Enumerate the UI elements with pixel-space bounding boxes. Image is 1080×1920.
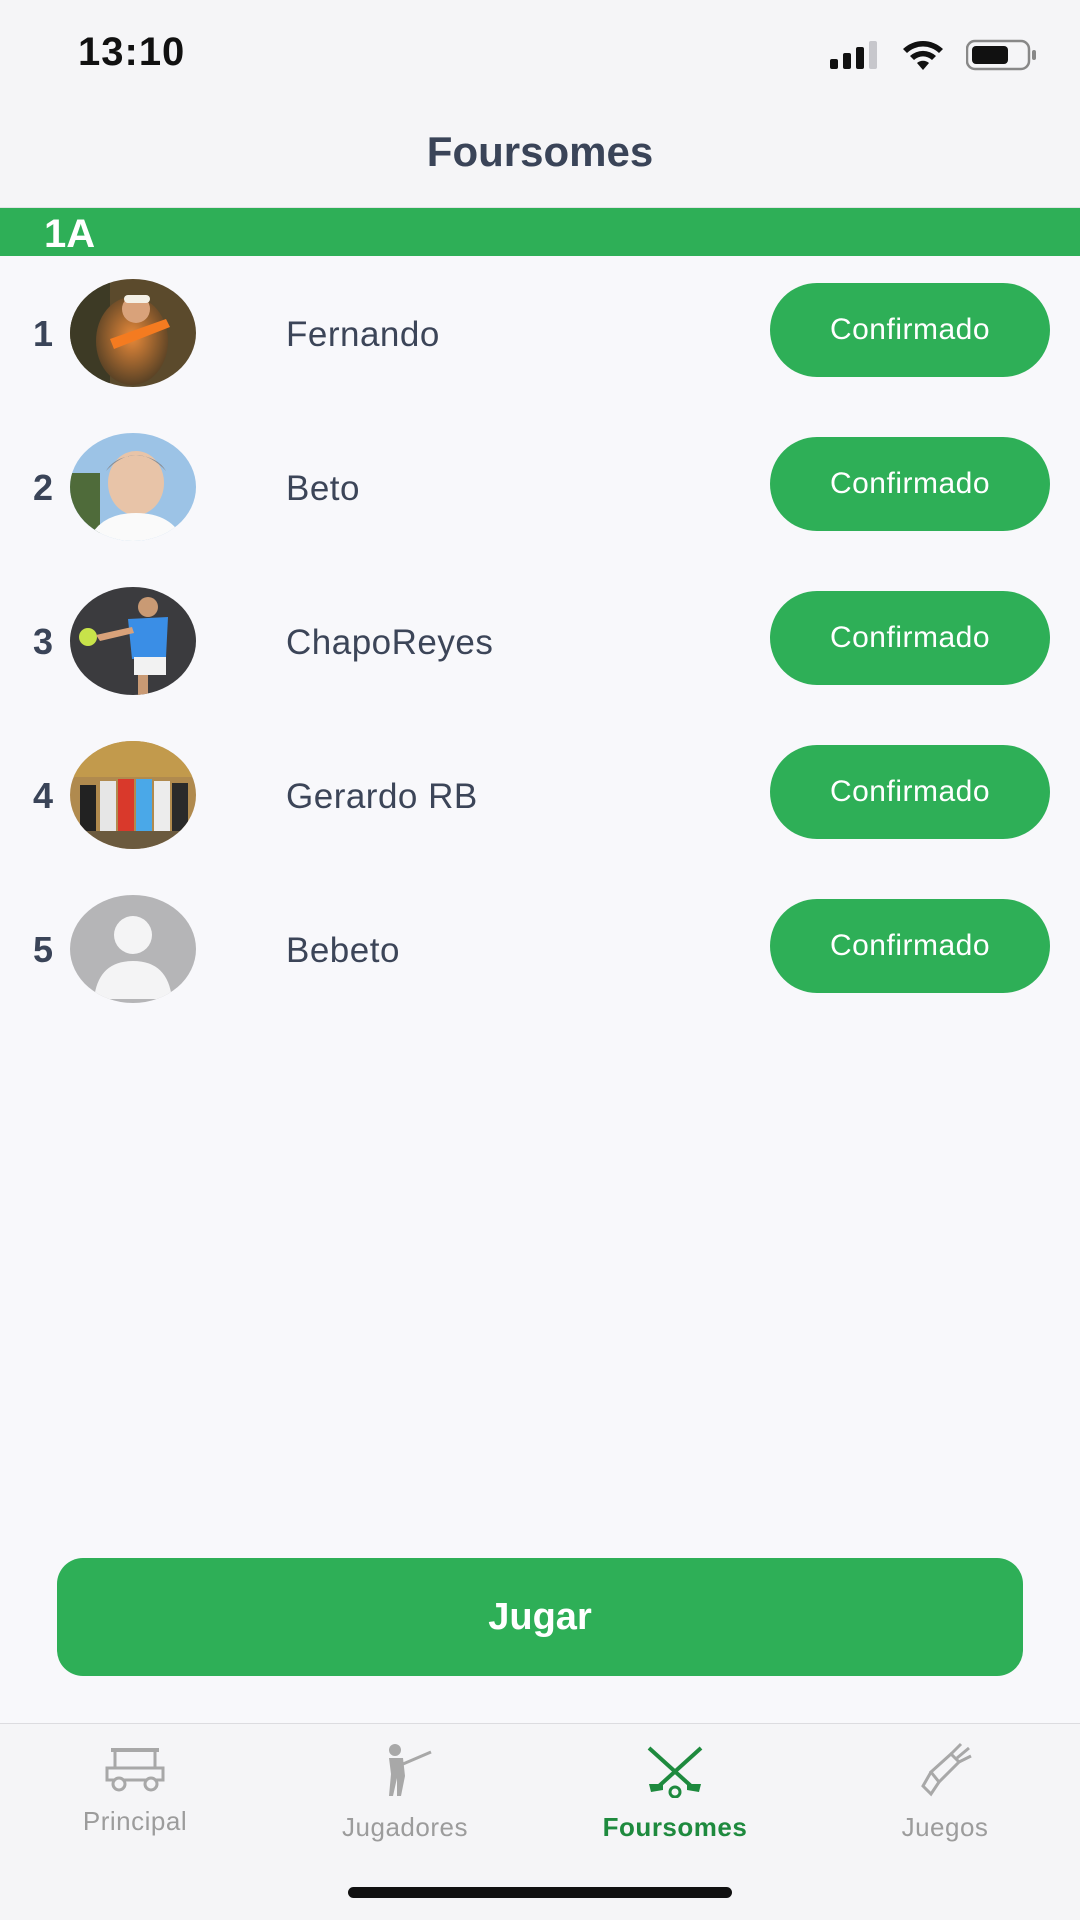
tab-label: Juegos <box>901 1812 989 1842</box>
status-icons <box>830 38 1038 72</box>
play-button[interactable]: Jugar <box>57 1558 1023 1676</box>
confirmed-button[interactable]: Confirmado <box>770 899 1050 993</box>
crossed-clubs-icon <box>647 1746 703 1798</box>
tab-jugadores[interactable]: Jugadores <box>270 1742 540 1852</box>
player-avatar <box>70 279 196 387</box>
group-header: 1A <box>0 208 1080 256</box>
navigation-bar: Foursomes <box>0 100 1080 208</box>
player-row: 5 Bebeto Confirmado <box>0 895 1080 1005</box>
player-name: ChapoReyes <box>286 623 494 662</box>
player-row: 1 Fernando Confirmado <box>0 279 1080 389</box>
confirmed-button[interactable]: Confirmado <box>770 437 1050 531</box>
player-number: 4 <box>32 775 54 816</box>
player-number: 1 <box>32 313 54 354</box>
tab-principal[interactable]: Principal <box>0 1742 270 1852</box>
player-avatar <box>70 587 196 695</box>
tab-label: Jugadores <box>342 1812 468 1842</box>
player-name: Gerardo RB <box>286 777 478 816</box>
player-name: Beto <box>286 469 360 508</box>
wifi-icon <box>903 41 943 70</box>
player-name: Fernando <box>286 315 440 354</box>
group-label: 1A <box>44 212 96 256</box>
page-title: Foursomes <box>426 128 654 175</box>
tab-label: Principal <box>82 1806 188 1836</box>
status-bar: 13:10 <box>0 0 1080 100</box>
tab-label: Foursomes <box>602 1812 748 1842</box>
tab-foursomes[interactable]: Foursomes <box>540 1742 810 1852</box>
player-row: 3 ChapoReyes Confirmado <box>0 587 1080 697</box>
player-number: 2 <box>32 467 54 508</box>
confirmed-button[interactable]: Confirmado <box>770 283 1050 377</box>
status-time: 13:10 <box>78 30 186 74</box>
battery-icon <box>966 39 1036 71</box>
player-row: 2 Beto Confirmado <box>0 433 1080 543</box>
default-avatar-icon <box>70 895 196 1003</box>
player-avatar <box>70 741 196 849</box>
player-number: 5 <box>32 929 54 970</box>
foursomes-screen: 13:10 Foursomes 1A 1 Fernando Confirmado… <box>0 0 1080 1920</box>
golf-cart-icon <box>105 1748 165 1792</box>
cellular-signal-icon <box>830 41 877 69</box>
player-name: Bebeto <box>286 931 400 970</box>
home-indicator[interactable] <box>348 1887 732 1898</box>
tab-juegos[interactable]: Juegos <box>810 1742 1080 1852</box>
golfer-icon <box>389 1744 432 1796</box>
golf-bag-icon <box>921 1742 972 1797</box>
player-number: 3 <box>32 621 54 662</box>
player-avatar <box>70 433 196 541</box>
confirmed-button[interactable]: Confirmado <box>770 745 1050 839</box>
player-row: 4 Gerardo RB Confirmado <box>0 741 1080 851</box>
confirmed-button[interactable]: Confirmado <box>770 591 1050 685</box>
